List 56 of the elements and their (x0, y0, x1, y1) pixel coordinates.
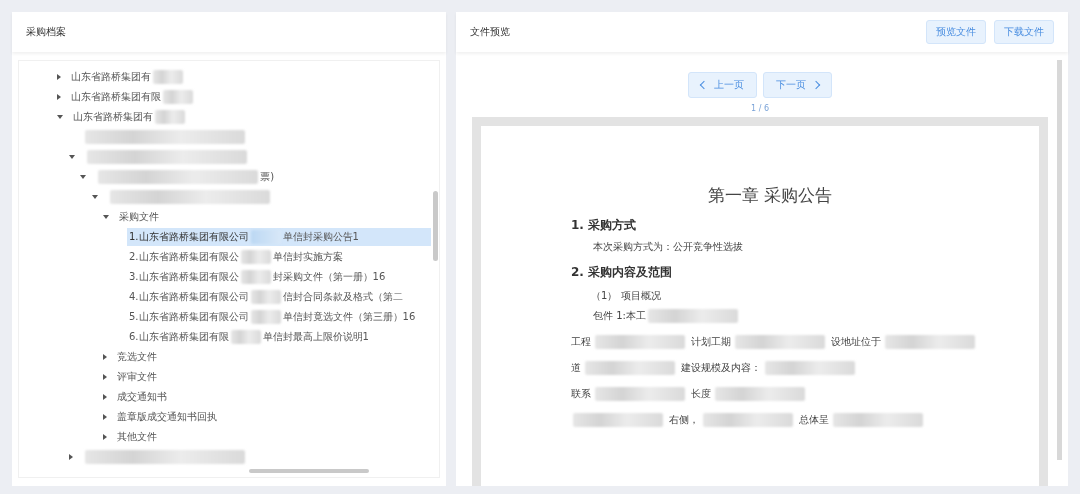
expand-arrow-icon[interactable] (80, 175, 87, 179)
scrollbar[interactable] (1057, 60, 1062, 460)
tree-item[interactable]: 采购文件 (119, 210, 160, 224)
expand-arrow-icon[interactable] (68, 454, 73, 460)
document-text: 道 (571, 361, 581, 375)
tree-item[interactable]: 5.山东省路桥集团有限公司 (129, 310, 249, 324)
tree-item[interactable]: 1.山东省路桥集团有限公司 (129, 230, 249, 244)
tree-item[interactable]: 成交通知书 (117, 390, 168, 404)
panel-title: 采购档案 (26, 25, 66, 39)
page-indicator: 1 / 6 (751, 104, 769, 113)
expand-arrow-icon[interactable] (103, 215, 110, 219)
tree-item[interactable]: 山东省路桥集团有 (73, 110, 153, 124)
document-text: 长度 (691, 387, 711, 401)
document-text: 计划工期 (691, 335, 731, 349)
document-text: 总体呈 (799, 413, 829, 427)
tree-item[interactable]: 单信封竟选文件（第三册）16 (282, 310, 416, 324)
document-text: 包件 1:本工 (593, 309, 646, 323)
document-text: 工程 (571, 335, 591, 349)
expand-arrow-icon[interactable] (57, 115, 63, 119)
tree-item[interactable]: 3.山东省路桥集团有限公 (129, 270, 239, 284)
tree-item[interactable]: 竞选文件 (117, 350, 158, 364)
document-text: 设地址位于 (831, 335, 881, 349)
tree-item[interactable]: 盖章版成交通知书回执 (117, 410, 218, 424)
panel-title: 文件预览 (470, 25, 510, 39)
scrollbar[interactable] (249, 469, 369, 473)
expand-arrow-icon[interactable] (68, 155, 75, 159)
tree-item[interactable]: 山东省路桥集团有 (71, 70, 151, 84)
document-text: 本次采购方式为：公开竞争性选拔 (593, 240, 743, 254)
expand-arrow-icon[interactable] (91, 195, 98, 199)
subsection-label: （1） 项目概况 (591, 289, 662, 303)
document-text: 联系 (571, 387, 591, 401)
tree-item[interactable]: 单信封最高上限价说明1 (262, 330, 369, 344)
scrollbar[interactable] (433, 191, 438, 261)
expand-arrow-icon[interactable] (103, 434, 108, 440)
document-title: 第一章 采购公告 (706, 184, 834, 207)
tree-item[interactable]: 4.山东省路桥集团有限公司 (129, 290, 249, 304)
tree-item[interactable]: 信封合同条款及格式（第二 (282, 290, 403, 304)
document-text: 右侧， (669, 413, 699, 427)
section-heading: 2. 采购内容及范围 (571, 264, 674, 281)
tree-item[interactable]: 单信封采购公告1 (282, 230, 359, 244)
tree-item[interactable]: 6.山东省路桥集团有限 (129, 330, 229, 344)
expand-arrow-icon[interactable] (103, 354, 108, 360)
section-heading: 1. 采购方式 (571, 217, 638, 234)
tree-item[interactable]: 其他文件 (117, 430, 158, 444)
expand-arrow-icon[interactable] (57, 94, 61, 100)
tree-item[interactable]: 评审文件 (117, 370, 158, 384)
tree-item[interactable]: 山东省路桥集团有限 (71, 90, 161, 104)
tree-item[interactable]: 2.山东省路桥集团有限公 (129, 250, 239, 264)
expand-arrow-icon[interactable] (103, 394, 108, 400)
expand-arrow-icon[interactable] (57, 74, 61, 80)
document-text: 建设规模及内容： (681, 361, 761, 375)
expand-arrow-icon[interactable] (103, 374, 108, 380)
tree-item[interactable]: 单信封实施方案 (272, 250, 343, 264)
expand-arrow-icon[interactable] (103, 414, 108, 420)
tree-item[interactable]: 票) (260, 170, 275, 184)
tree-item[interactable]: 封采购文件（第一册）16 (272, 270, 386, 284)
